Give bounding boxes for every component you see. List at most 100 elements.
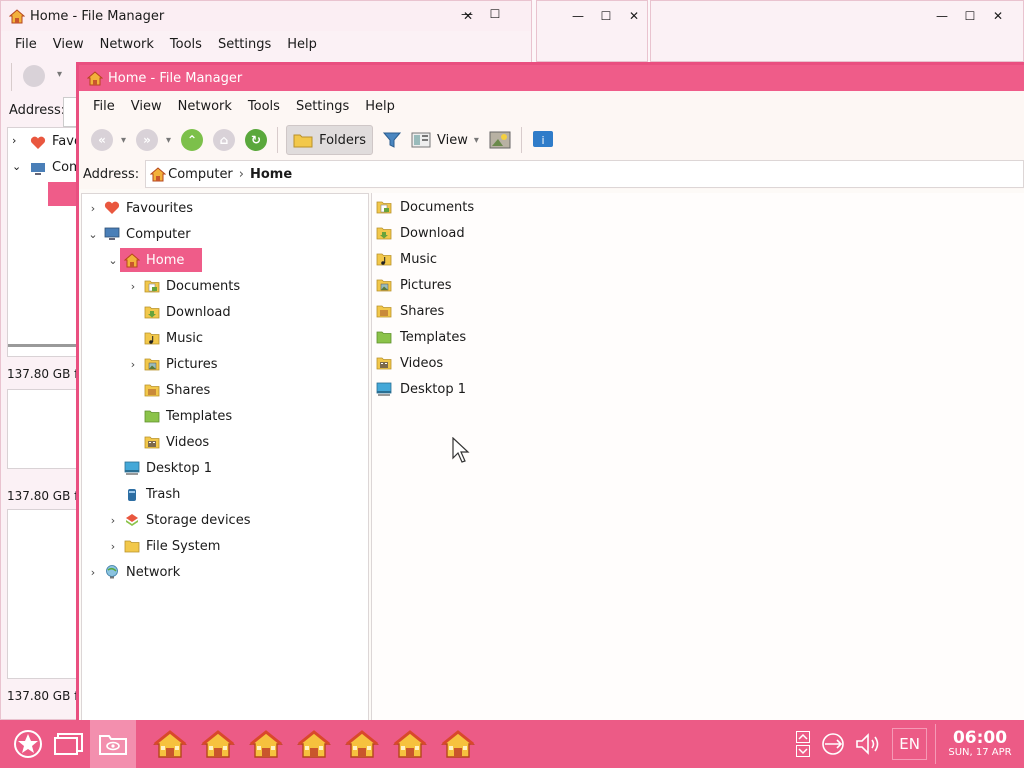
tree-item-network[interactable]: › Network (86, 560, 198, 584)
list-item[interactable]: Videos (376, 351, 443, 375)
tree-item-storage-devices[interactable]: › Storage devices (106, 508, 268, 532)
home-button[interactable]: ⌂ (211, 125, 237, 155)
minimize-button[interactable]: — (456, 7, 478, 21)
background-menu-help[interactable]: Help (279, 37, 325, 52)
tree-item-content[interactable]: Computer (100, 222, 209, 246)
background-menu-file[interactable]: File (7, 37, 45, 52)
taskbar-task-file-manager[interactable] (290, 720, 338, 768)
tree-item-content[interactable]: Favourites (100, 196, 211, 220)
tree-item-content[interactable]: Videos (140, 430, 227, 454)
breadcrumb-home[interactable]: Home (250, 167, 292, 182)
forward-history-chevron-icon[interactable]: ▾ (166, 135, 171, 146)
tree-item-home[interactable]: ⌄ Home (106, 248, 203, 272)
tree-item-content[interactable]: Pictures (140, 352, 235, 376)
expand-arrow-icon[interactable]: › (106, 514, 120, 527)
close-button[interactable]: ✕ (623, 8, 645, 24)
clock[interactable]: 06:00 SUN, 17 APR (936, 729, 1024, 759)
folders-toggle-button[interactable]: Folders (286, 125, 374, 155)
tree-item-content[interactable]: Documents (140, 274, 258, 298)
background-menu-settings[interactable]: Settings (210, 37, 279, 52)
tree-item-computer[interactable]: ⌄ Computer (86, 222, 209, 246)
preview-button[interactable] (487, 125, 513, 155)
reload-button[interactable]: ↻ (243, 125, 269, 155)
breadcrumb[interactable]: Computer › Home (145, 160, 1024, 188)
back-button[interactable]: « (89, 125, 115, 155)
tree-item-content[interactable]: Download (140, 300, 249, 324)
expand-arrow-icon[interactable]: › (126, 358, 140, 371)
maximize-button[interactable]: ☐ (484, 7, 506, 21)
expand-arrow-icon[interactable]: › (126, 280, 140, 293)
list-item[interactable]: Templates (376, 325, 466, 349)
volume-icon[interactable] (854, 724, 884, 764)
tree-item-content[interactable]: Desktop 1 (120, 456, 230, 480)
main-menu-file[interactable]: File (85, 99, 123, 114)
main-menu-help[interactable]: Help (357, 99, 403, 114)
tree-item-shares[interactable]: Shares (126, 378, 228, 402)
list-item[interactable]: Music (376, 247, 437, 271)
up-button[interactable]: ⌃ (179, 125, 205, 155)
network-connections-icon[interactable] (818, 724, 848, 764)
tree-item-favourites[interactable]: › Favourites (86, 196, 211, 220)
breadcrumb-computer[interactable]: Computer (168, 167, 233, 182)
expand-arrow-icon[interactable]: › (86, 566, 100, 579)
tree-item-content[interactable]: File System (120, 534, 238, 558)
main-menu-network[interactable]: Network (170, 99, 240, 114)
main-menu-settings[interactable]: Settings (288, 99, 357, 114)
tree-item-documents[interactable]: › Documents (126, 274, 258, 298)
tree-item-download[interactable]: Download (126, 300, 249, 324)
tray-expander[interactable] (796, 731, 811, 757)
forward-button[interactable]: » (134, 125, 160, 155)
taskbar-task-file-manager[interactable] (146, 720, 194, 768)
show-desktop-button[interactable] (48, 720, 90, 768)
selected-tree-item[interactable] (48, 182, 78, 206)
keyboard-layout-indicator[interactable]: EN (892, 728, 927, 760)
collapse-arrow-icon[interactable]: ⌄ (106, 254, 120, 267)
chevron-down-icon[interactable]: ▾ (57, 69, 62, 80)
chevron-down-icon[interactable] (796, 745, 811, 757)
tree-item-videos[interactable]: Videos (126, 430, 227, 454)
taskbar-task-file-manager[interactable] (242, 720, 290, 768)
minimize-button[interactable]: — (931, 8, 953, 24)
main-menu-view[interactable]: View (123, 99, 170, 114)
main-titlebar[interactable]: Home - File Manager (79, 65, 1024, 91)
tree-item-content[interactable]: Templates (140, 404, 250, 428)
tree-item-trash[interactable]: Trash (106, 482, 198, 506)
taskbar-task-file-manager[interactable] (386, 720, 434, 768)
background-menu-network[interactable]: Network (92, 37, 162, 52)
expand-arrow-icon[interactable]: › (12, 134, 16, 147)
collapse-arrow-icon[interactable]: ⌄ (86, 228, 100, 241)
view-chevron-icon[interactable]: ▾ (474, 135, 479, 146)
list-item[interactable]: Download (376, 221, 465, 245)
filter-button[interactable] (379, 125, 405, 155)
taskbar-task-file-manager[interactable] (434, 720, 482, 768)
info-button[interactable]: i (530, 125, 556, 155)
view-button[interactable]: View (411, 125, 468, 155)
list-item[interactable]: Pictures (376, 273, 451, 297)
taskbar-task-file-manager[interactable] (338, 720, 386, 768)
tree-item-file-system[interactable]: › File System (106, 534, 238, 558)
expand-arrow-icon[interactable]: › (106, 540, 120, 553)
background-titlebar[interactable]: Home - File Manager ✕ (1, 1, 531, 31)
tree-item-content[interactable]: Shares (140, 378, 228, 402)
background-menu-view[interactable]: View (45, 37, 92, 52)
background-menu-tools[interactable]: Tools (162, 37, 210, 52)
tree-item-templates[interactable]: Templates (126, 404, 250, 428)
list-item[interactable]: Shares (376, 299, 444, 323)
list-item[interactable]: Documents (376, 195, 474, 219)
tree-item-content[interactable]: Storage devices (120, 508, 268, 532)
chevron-up-icon[interactable] (796, 731, 811, 743)
maximize-button[interactable]: ☐ (959, 8, 981, 24)
main-menu-tools[interactable]: Tools (240, 99, 288, 114)
tree-item-content[interactable]: Music (140, 326, 221, 350)
back-history-chevron-icon[interactable]: ▾ (121, 135, 126, 146)
close-button[interactable]: ✕ (987, 8, 1009, 24)
back-icon[interactable] (23, 65, 45, 87)
tree-item-content[interactable]: Network (100, 560, 198, 584)
start-menu-button[interactable] (8, 724, 48, 764)
tree-item-pictures[interactable]: › Pictures (126, 352, 235, 376)
scrollbar[interactable] (8, 344, 78, 347)
file-manager-launcher[interactable] (90, 720, 136, 768)
tree-item-music[interactable]: Music (126, 326, 221, 350)
tree-item-content[interactable]: Home (120, 248, 203, 272)
taskbar-task-file-manager[interactable] (194, 720, 242, 768)
